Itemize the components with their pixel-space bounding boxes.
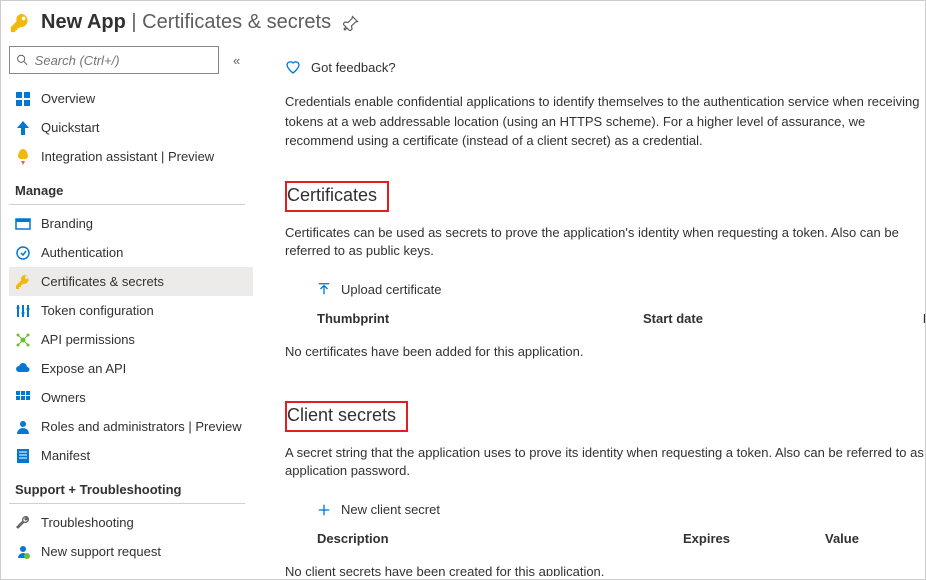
sidebar-item-branding[interactable]: Branding xyxy=(9,209,253,238)
column-expires: Expires xyxy=(683,531,825,546)
quickstart-icon xyxy=(15,120,31,136)
page-title: Certificates & secrets xyxy=(142,11,331,34)
intro-text: Credentials enable confidential applicat… xyxy=(285,92,925,151)
layout: « Overview Quickstart Integration assist… xyxy=(1,44,925,576)
sidebar-item-label: Manifest xyxy=(41,448,90,463)
sidebar-item-label: Quickstart xyxy=(41,120,100,135)
sidebar-item-certificates-secrets[interactable]: Certificates & secrets xyxy=(9,267,253,296)
secrets-table-header: Description Expires Value xyxy=(317,531,925,546)
sidebar-item-label: Expose an API xyxy=(41,361,126,376)
sidebar-section-support: Support + Troubleshooting xyxy=(9,470,253,501)
secrets-empty-message: No client secrets have been created for … xyxy=(285,564,925,576)
sidebar-item-manifest[interactable]: Manifest xyxy=(9,441,253,470)
main-content: Got feedback? Credentials enable confide… xyxy=(253,44,925,576)
sidebar-item-label: API permissions xyxy=(41,332,135,347)
sidebar-item-label: Troubleshooting xyxy=(41,515,134,530)
column-value: Value xyxy=(825,531,915,546)
heart-icon xyxy=(285,59,301,75)
client-secrets-title-highlight: Client secrets xyxy=(285,401,408,432)
sidebar-item-label: Integration assistant | Preview xyxy=(41,149,214,164)
rocket-icon xyxy=(15,149,31,165)
sidebar-item-quickstart[interactable]: Quickstart xyxy=(9,113,253,142)
certificates-table-header: Thumbprint Start date Expires xyxy=(317,311,925,326)
key-icon xyxy=(9,12,31,34)
manifest-icon xyxy=(15,448,31,464)
sidebar-section-manage: Manage xyxy=(9,171,253,202)
support-icon xyxy=(15,544,31,560)
sidebar-item-label: Authentication xyxy=(41,245,123,260)
sidebar-item-label: Roles and administrators | Preview xyxy=(41,419,242,434)
roles-icon xyxy=(15,419,31,435)
column-expires: Expires xyxy=(923,311,925,326)
sidebar-item-label: Certificates & secrets xyxy=(41,274,164,289)
sidebar-item-integration-assistant[interactable]: Integration assistant | Preview xyxy=(9,142,253,171)
column-description: Description xyxy=(317,531,683,546)
search-row: « xyxy=(9,46,253,74)
app-name: New App xyxy=(41,11,126,34)
new-client-secret-label: New client secret xyxy=(341,502,440,517)
sidebar-item-authentication[interactable]: Authentication xyxy=(9,238,253,267)
sidebar-item-label: Owners xyxy=(41,390,86,405)
certificates-title-highlight: Certificates xyxy=(285,181,389,212)
divider xyxy=(9,204,245,205)
upload-certificate-button[interactable]: Upload certificate xyxy=(317,282,925,297)
column-thumbprint: Thumbprint xyxy=(317,311,643,326)
page-header: New App | Certificates & secrets xyxy=(1,1,925,44)
collapse-sidebar-icon[interactable]: « xyxy=(233,53,240,68)
sidebar-item-troubleshooting[interactable]: Troubleshooting xyxy=(9,508,253,537)
client-secrets-description: A secret string that the application use… xyxy=(285,444,925,480)
upload-icon xyxy=(317,282,331,296)
owners-icon xyxy=(15,390,31,406)
feedback-link: Got feedback? xyxy=(311,60,396,75)
sidebar: « Overview Quickstart Integration assist… xyxy=(1,44,253,576)
token-icon xyxy=(15,303,31,319)
sidebar-item-token-configuration[interactable]: Token configuration xyxy=(9,296,253,325)
certificates-description: Certificates can be used as secrets to p… xyxy=(285,224,925,260)
search-box[interactable] xyxy=(9,46,219,74)
sidebar-item-label: New support request xyxy=(41,544,161,559)
search-icon xyxy=(16,53,29,67)
certificates-empty-message: No certificates have been added for this… xyxy=(285,344,925,359)
new-client-secret-button[interactable]: New client secret xyxy=(317,502,925,517)
sidebar-item-new-support-request[interactable]: New support request xyxy=(9,537,253,566)
overview-icon xyxy=(15,91,31,107)
search-input[interactable] xyxy=(35,53,212,68)
pin-icon[interactable] xyxy=(343,15,359,31)
page-title-separator: | xyxy=(126,11,142,34)
sidebar-item-label: Overview xyxy=(41,91,95,106)
authentication-icon xyxy=(15,245,31,261)
divider xyxy=(9,503,245,504)
sidebar-item-label: Token configuration xyxy=(41,303,154,318)
sidebar-item-expose-api[interactable]: Expose an API xyxy=(9,354,253,383)
feedback-row[interactable]: Got feedback? xyxy=(285,44,925,84)
sidebar-item-api-permissions[interactable]: API permissions xyxy=(9,325,253,354)
expose-api-icon xyxy=(15,361,31,377)
wrench-icon xyxy=(15,515,31,531)
key-icon xyxy=(15,274,31,290)
plus-icon xyxy=(317,503,331,517)
sidebar-item-overview[interactable]: Overview xyxy=(9,84,253,113)
branding-icon xyxy=(15,216,31,232)
sidebar-item-roles-admins[interactable]: Roles and administrators | Preview xyxy=(9,412,253,441)
sidebar-item-label: Branding xyxy=(41,216,93,231)
api-permissions-icon xyxy=(15,332,31,348)
client-secrets-title: Client secrets xyxy=(287,405,396,426)
upload-certificate-label: Upload certificate xyxy=(341,282,441,297)
sidebar-item-owners[interactable]: Owners xyxy=(9,383,253,412)
certificates-title: Certificates xyxy=(287,185,377,206)
column-startdate: Start date xyxy=(643,311,923,326)
